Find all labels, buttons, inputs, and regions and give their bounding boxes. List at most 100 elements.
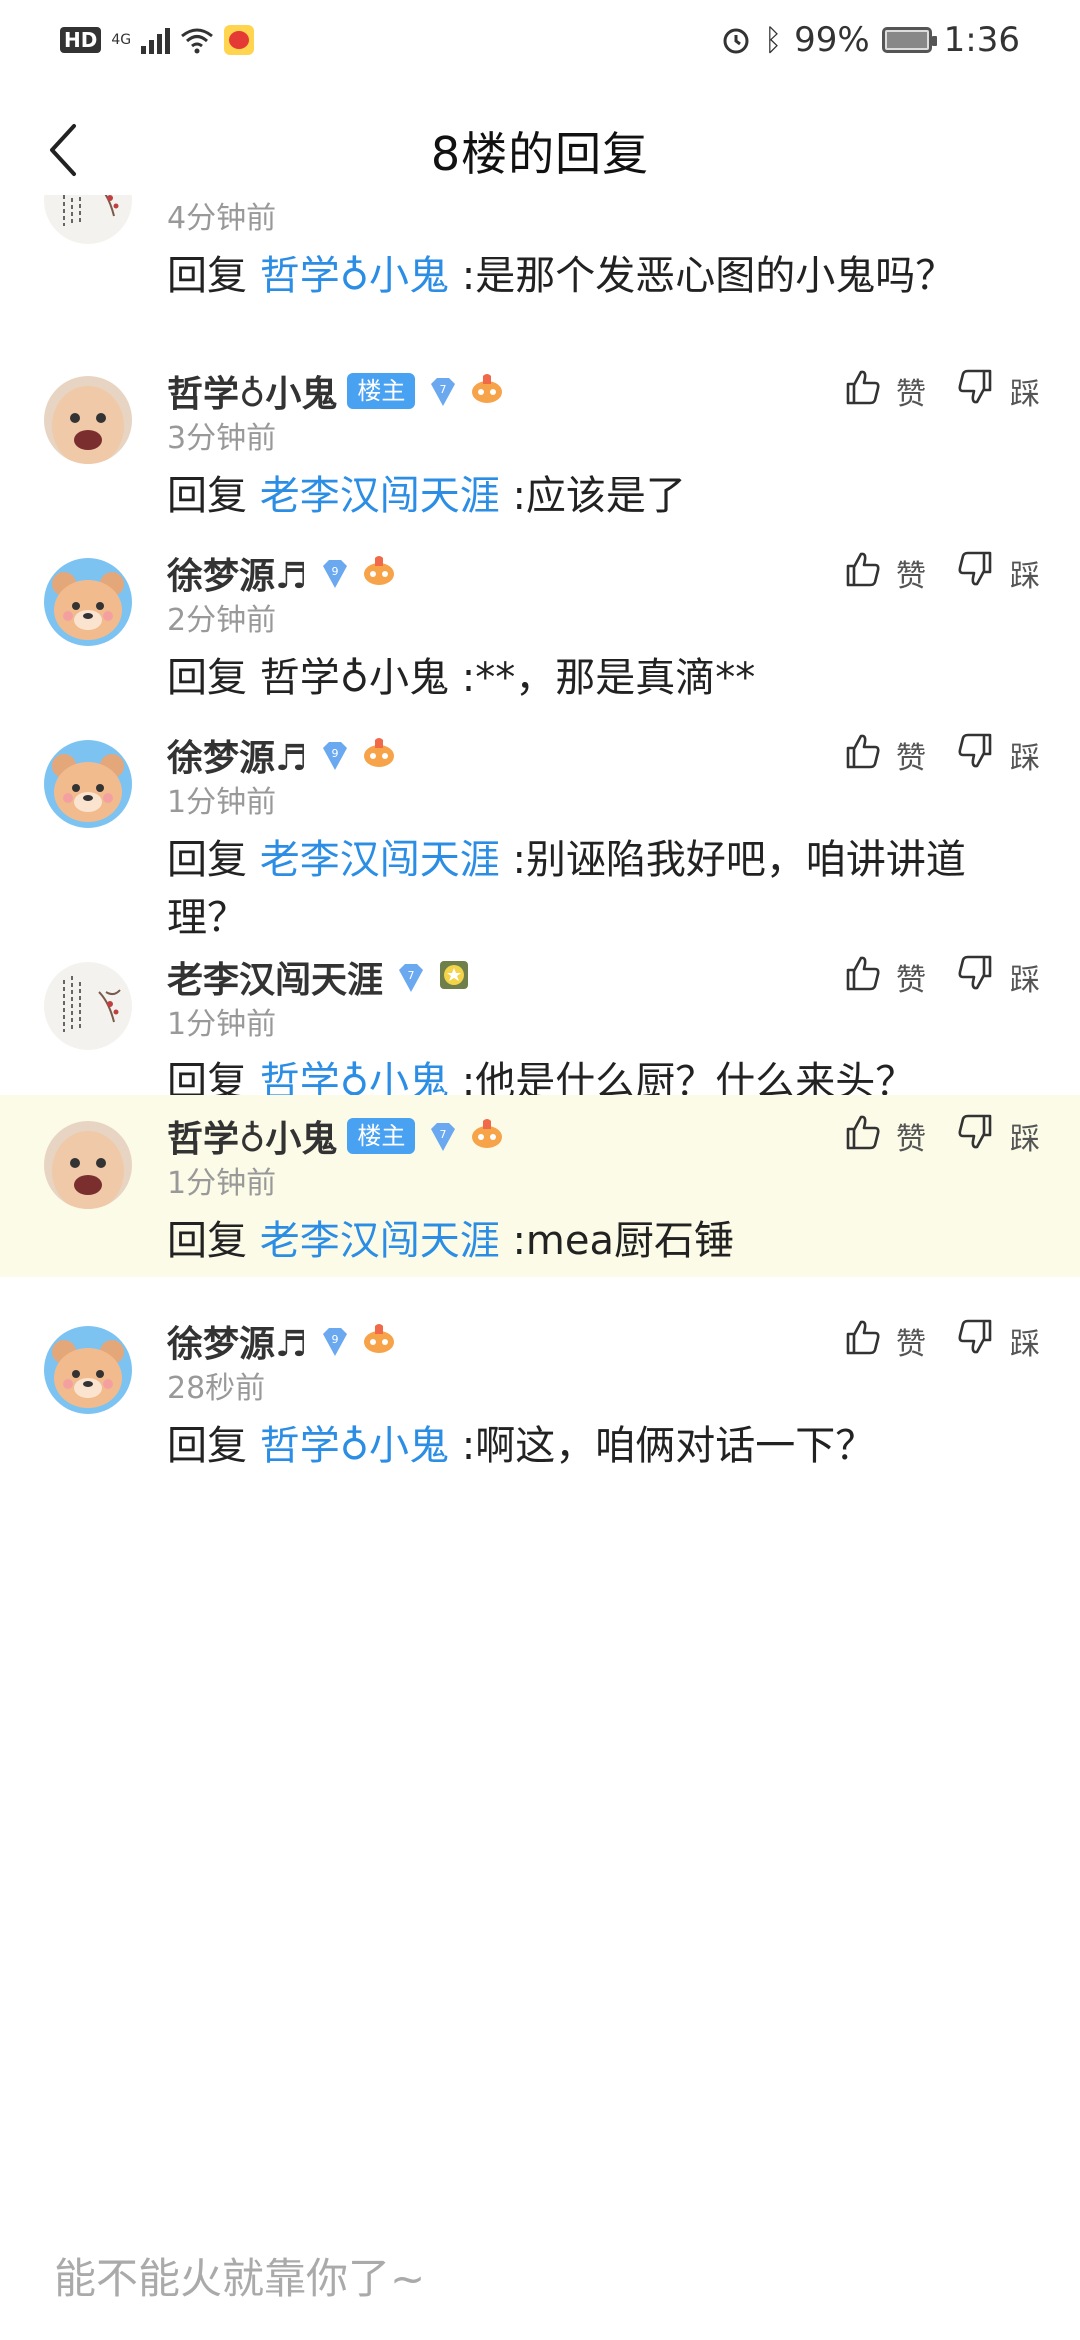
avatar[interactable] [44, 1326, 132, 1414]
like-label: 赞 [896, 1327, 926, 1362]
reply-prefix: 回复 [167, 253, 247, 299]
thread-owner-badge: 楼主 [347, 373, 416, 409]
mention-link[interactable]: 哲学♁小鬼 [260, 253, 449, 299]
battery-percent: 99% [794, 20, 870, 60]
level-badge-icon: 7 [393, 960, 427, 994]
like-label: 赞 [896, 1122, 926, 1157]
like-button[interactable]: 赞 [842, 367, 926, 415]
thumbs-down-icon [956, 1317, 996, 1365]
username[interactable]: 徐梦源♬ [167, 1315, 307, 1367]
dislike-label: 踩 [1010, 559, 1040, 594]
thumbs-down-icon [956, 1112, 996, 1160]
reply-item[interactable]: 哲学♁小鬼 楼主 7 1分钟前 回复 老李汉闯天涯 :mea厨石锤赞踩 [0, 1095, 1080, 1277]
reply-actions: 赞踩 [842, 1317, 1040, 1365]
thumbs-up-icon [842, 367, 882, 415]
app-notification-icon [224, 25, 255, 55]
medal-icon [361, 736, 397, 774]
reply-item[interactable]: 老李汉闯天涯74分钟前回复 哲学♁小鬼 :是那个发恶心图的小鬼吗？赞踩 [0, 195, 1080, 350]
timestamp: 28秒前 [167, 1371, 266, 1406]
svg-text:7: 7 [408, 969, 415, 982]
level-badge-icon: 7 [425, 374, 459, 408]
mention-link[interactable]: 老李汉闯天涯 [260, 1218, 500, 1264]
reply-item[interactable]: 徐梦源♬ 9 1分钟前 回复 老李汉闯天涯 :别诬陷我好吧，咱讲讲道理？赞踩 [0, 714, 1080, 941]
alarm-icon [723, 28, 749, 54]
avatar[interactable] [44, 740, 132, 828]
level-badge-icon: 7 [425, 1119, 459, 1153]
thumbs-up-icon [842, 731, 882, 779]
avatar[interactable] [44, 376, 132, 464]
medal-icon [437, 958, 471, 996]
reply-actions: 赞踩 [842, 1112, 1040, 1160]
status-left: HD 4G [60, 18, 255, 62]
username[interactable]: 老李汉闯天涯 [167, 951, 383, 1003]
like-button[interactable]: 赞 [842, 549, 926, 597]
status-bar: HD 4G ᛒ 99% 1:36 [0, 0, 1080, 80]
thumbs-up-icon [842, 953, 882, 1001]
reply-item[interactable]: 哲学♁小鬼 楼主 7 3分钟前回复 老李汉闯天涯 :应该是了 赞 踩 [0, 350, 1080, 532]
name-row: 徐梦源♬ 9 [167, 1315, 397, 1367]
dislike-button[interactable]: 踩 [956, 367, 1040, 415]
reply-item[interactable]: 徐梦源♬ 9 2分钟前 回复 哲学♁小鬼 :**，那是真滴** 赞踩 [0, 532, 1080, 714]
dislike-label: 踩 [1010, 741, 1040, 776]
reply-text: 回复 哲学♁小鬼 :**，那是真滴** [167, 649, 1040, 707]
reply-text: 回复 哲学♁小鬼 :是那个发恶心图的小鬼吗？ [167, 247, 1040, 305]
reply-body: :mea厨石锤 [512, 1218, 734, 1264]
thread-owner-badge: 楼主 [347, 1118, 416, 1154]
reply-actions: 赞踩 [842, 731, 1040, 779]
reply-text: 回复 老李汉闯天涯 :mea厨石锤 [167, 1212, 1040, 1270]
dislike-label: 踩 [1010, 377, 1040, 412]
medal-icon [361, 1322, 397, 1360]
dislike-button[interactable]: 踩 [956, 549, 1040, 597]
mention-link[interactable]: 老李汉闯天涯 [260, 837, 500, 883]
reply-item[interactable]: 徐梦源♬ 9 28秒前 回复 哲学♁小鬼 :啊这，咱俩对话一下？赞踩 [0, 1300, 1080, 1540]
name-row: 哲学♁小鬼 楼主 7 [167, 1110, 505, 1162]
like-label: 赞 [896, 741, 926, 776]
medal-icon [469, 372, 505, 410]
avatar[interactable] [44, 1121, 132, 1209]
name-row: 哲学♁小鬼 楼主 7 [167, 365, 505, 417]
like-button[interactable]: 赞 [842, 1317, 926, 1365]
dislike-button[interactable]: 踩 [956, 1112, 1040, 1160]
hd-badge: HD [60, 27, 102, 53]
top-nav: 8楼的回复 [0, 100, 1080, 200]
username[interactable]: 哲学♁小鬼 [167, 365, 337, 417]
mention-link[interactable]: 哲学♁小鬼 [260, 1423, 449, 1469]
reply-body: :应该是了 [512, 473, 686, 519]
dislike-label: 踩 [1010, 1327, 1040, 1362]
username[interactable]: 徐梦源♬ [167, 547, 307, 599]
thumbs-down-icon [956, 367, 996, 415]
like-label: 赞 [896, 377, 926, 412]
avatar[interactable] [44, 962, 132, 1050]
dislike-button[interactable]: 踩 [956, 731, 1040, 779]
medal-icon [469, 1117, 505, 1155]
reply-text: 回复 老李汉闯天涯 :应该是了 [167, 467, 1040, 525]
timestamp: 1分钟前 [167, 785, 277, 820]
reply-composer[interactable]: 能不能火就靠你了~ [0, 2225, 1080, 2340]
dislike-button[interactable]: 踩 [956, 953, 1040, 1001]
dislike-label: 踩 [1010, 963, 1040, 998]
svg-text:9: 9 [332, 1333, 339, 1346]
like-button[interactable]: 赞 [842, 953, 926, 1001]
reply-prefix: 回复 [167, 1423, 247, 1469]
timestamp: 3分钟前 [167, 421, 277, 456]
avatar[interactable] [44, 558, 132, 646]
mention-link[interactable]: 老李汉闯天涯 [260, 473, 500, 519]
reply-input[interactable]: 能不能火就靠你了~ [54, 2245, 425, 2306]
reply-body: 哲学♁小鬼 :**，那是真滴** [259, 655, 756, 701]
like-button[interactable]: 赞 [842, 731, 926, 779]
dislike-button[interactable]: 踩 [956, 1317, 1040, 1365]
username[interactable]: 哲学♁小鬼 [167, 1110, 337, 1162]
reply-list[interactable]: 老李汉闯天涯74分钟前回复 哲学♁小鬼 :是那个发恶心图的小鬼吗？赞踩哲学♁小鬼… [0, 195, 1080, 2195]
reply-prefix: 回复 [167, 655, 247, 701]
page-title: 8楼的回复 [430, 127, 650, 181]
reply-text: 回复 哲学♁小鬼 :啊这，咱俩对话一下？ [167, 1417, 1040, 1475]
reply-item[interactable]: 老李汉闯天涯 7 1分钟前 回复 哲学♁小鬼 :他是什么厨？什么来头？赞踩 [0, 936, 1080, 1105]
name-row: 徐梦源♬ 9 [167, 729, 397, 781]
username[interactable]: 徐梦源♬ [167, 729, 307, 781]
avatar[interactable] [44, 195, 132, 244]
thumbs-down-icon [956, 731, 996, 779]
battery-icon [881, 27, 937, 53]
thumbs-down-icon [956, 953, 996, 1001]
like-button[interactable]: 赞 [842, 1112, 926, 1160]
level-badge-icon: 9 [317, 556, 351, 590]
